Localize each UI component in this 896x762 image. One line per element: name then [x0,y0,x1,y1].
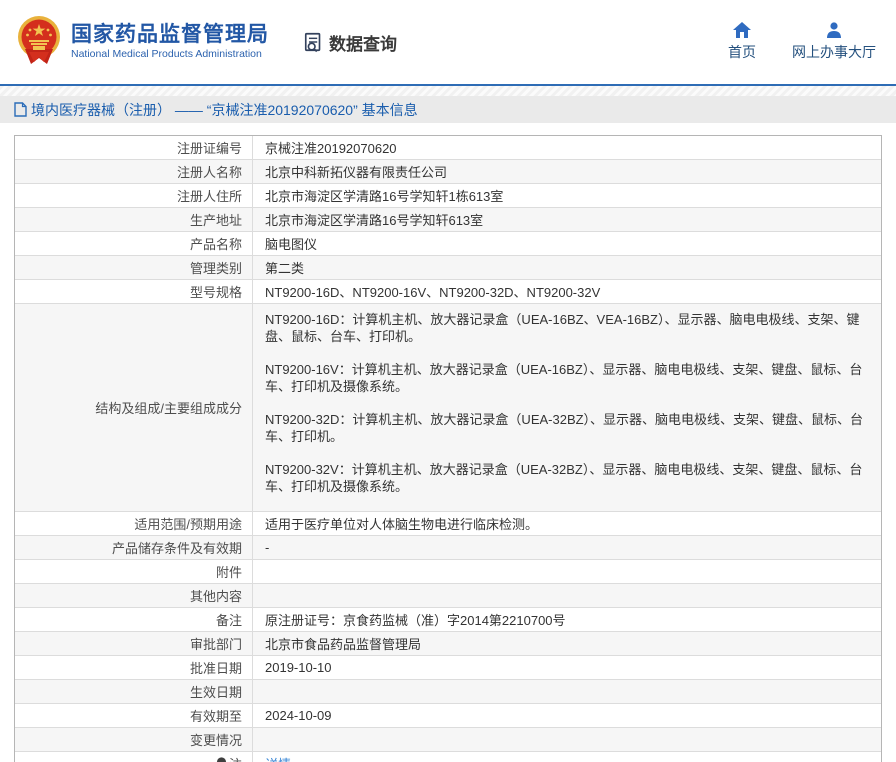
home-icon [733,22,751,38]
row-value [253,584,881,607]
row-value: 京械注准20192070620 [253,136,881,159]
row-label: 注 [15,752,253,762]
row-value: 2019-10-10 [253,656,881,679]
table-row: 生效日期 [15,680,881,704]
composition-paragraph: NT9200-16V：计算机主机、放大器记录盒（UEA-16BZ）、显示器、脑电… [265,361,867,395]
row-label: 备注 [15,608,253,631]
row-value: 适用于医疗单位对人体脑生物电进行临床检测。 [253,512,881,535]
row-value [253,560,881,583]
row-label: 有效期至 [15,704,253,727]
table-row: 管理类别 第二类 [15,256,881,280]
breadcrumb: 境内医疗器械（注册） —— “京械注准20192070620” 基本信息 [0,96,896,123]
page-icon [14,102,27,117]
note-icon [216,757,227,762]
row-label: 附件 [15,560,253,583]
row-label: 审批部门 [15,632,253,655]
table-row: 注册人名称 北京中科新拓仪器有限责任公司 [15,160,881,184]
row-value [253,680,881,703]
detail-link[interactable]: 详情 [265,754,291,762]
row-label: 适用范围/预期用途 [15,512,253,535]
note-label: 注 [229,754,242,762]
nav-online-hall[interactable]: 网上办事大厅 [792,22,876,62]
row-value: - [253,536,881,559]
nav-home[interactable]: 首页 [728,22,756,62]
row-value: NT9200-16D、NT9200-16V、NT9200-32D、NT9200-… [253,280,881,303]
header-shadow-strip [0,86,896,96]
row-label: 管理类别 [15,256,253,279]
national-emblem-logo [17,16,61,68]
row-label: 型号规格 [15,280,253,303]
table-row: 生产地址 北京市海淀区学清路16号学知轩613室 [15,208,881,232]
table-row-composition: 结构及组成/主要组成成分 NT9200-16D：计算机主机、放大器记录盒（UEA… [15,304,881,512]
row-label: 变更情况 [15,728,253,751]
row-label: 生产地址 [15,208,253,231]
row-label: 批准日期 [15,656,253,679]
row-value: NT9200-16D：计算机主机、放大器记录盒（UEA-16BZ、VEA-16B… [253,304,881,511]
site-subtitle: National Medical Products Administration [71,49,269,61]
composition-paragraph: NT9200-32D：计算机主机、放大器记录盒（UEA-32BZ）、显示器、脑电… [265,411,867,445]
row-label: 产品名称 [15,232,253,255]
row-label: 注册人名称 [15,160,253,183]
row-label: 生效日期 [15,680,253,703]
row-label: 结构及组成/主要组成成分 [15,304,253,511]
table-row: 附件 [15,560,881,584]
table-row: 变更情况 [15,728,881,752]
site-header: 国家药品监督管理局 National Medical Products Admi… [0,0,896,84]
table-row: 产品名称 脑电图仪 [15,232,881,256]
row-label: 产品储存条件及有效期 [15,536,253,559]
site-title-block: 国家药品监督管理局 National Medical Products Admi… [71,23,269,61]
row-value: 详情 [253,752,881,762]
row-value: 2024-10-09 [253,704,881,727]
row-value: 原注册证号：京食药监械（准）字2014第2210700号 [253,608,881,631]
page: 国家药品监督管理局 National Medical Products Admi… [0,0,896,762]
row-value: 第二类 [253,256,881,279]
table-row: 注册人住所 北京市海淀区学清路16号学知轩1栋613室 [15,184,881,208]
data-query-label: 数据查询 [329,30,397,55]
nav-home-label: 首页 [728,42,756,62]
header-nav: 首页 网上办事大厅 [728,22,876,62]
composition-paragraph: NT9200-16D：计算机主机、放大器记录盒（UEA-16BZ、VEA-16B… [265,311,867,345]
table-row: 备注 原注册证号：京食药监械（准）字2014第2210700号 [15,608,881,632]
row-label: 其他内容 [15,584,253,607]
row-value [253,728,881,751]
person-icon [825,22,843,38]
nav-data-query[interactable]: 数据查询 [303,30,397,55]
table-row: 适用范围/预期用途 适用于医疗单位对人体脑生物电进行临床检测。 [15,512,881,536]
row-value: 北京中科新拓仪器有限责任公司 [253,160,881,183]
table-row: 型号规格 NT9200-16D、NT9200-16V、NT9200-32D、NT… [15,280,881,304]
data-query-icon [303,31,325,53]
table-row: 产品储存条件及有效期 - [15,536,881,560]
row-label: 注册人住所 [15,184,253,207]
row-value: 北京市海淀区学清路16号学知轩613室 [253,208,881,231]
row-value: 脑电图仪 [253,232,881,255]
table-row: 批准日期 2019-10-10 [15,656,881,680]
row-value: 北京市食品药品监督管理局 [253,632,881,655]
site-title: 国家药品监督管理局 [71,23,269,46]
composition-paragraph: NT9200-32V：计算机主机、放大器记录盒（UEA-32BZ）、显示器、脑电… [265,461,867,495]
table-row: 注册证编号 京械注准20192070620 [15,136,881,160]
row-value: 北京市海淀区学清路16号学知轩1栋613室 [253,184,881,207]
table-row: 有效期至 2024-10-09 [15,704,881,728]
table-row: 其他内容 [15,584,881,608]
table-row-note: 注 详情 [15,752,881,762]
nav-online-hall-label: 网上办事大厅 [792,42,876,62]
row-label: 注册证编号 [15,136,253,159]
table-row: 审批部门 北京市食品药品监督管理局 [15,632,881,656]
breadcrumb-text: 境内医疗器械（注册） —— “京械注准20192070620” 基本信息 [31,100,418,120]
registration-info-table: 注册证编号 京械注准20192070620 注册人名称 北京中科新拓仪器有限责任… [14,135,882,762]
